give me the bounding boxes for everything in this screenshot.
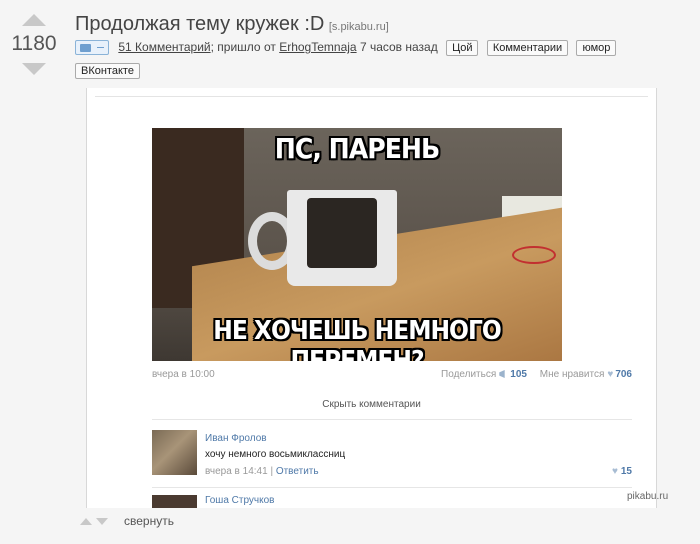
megaphone-icon	[499, 370, 505, 378]
meme-top-text: ПС, ПАРЕНЬ	[274, 132, 440, 165]
collapse-link[interactable]: свернуть	[124, 514, 174, 528]
tag-tsoi[interactable]: Цой	[446, 40, 479, 56]
like-count: 706	[615, 369, 632, 380]
comment-author[interactable]: Гоша Стручков	[205, 495, 275, 506]
comment-text: хочу немного восьмиклассниц	[205, 449, 346, 460]
post-domain: [s.pikabu.ru]	[328, 21, 389, 33]
meme-bottom-text: НЕ ХОЧЕШЬ НЕМНОГО ПЕРЕМЕН?	[213, 316, 501, 361]
reply-link[interactable]: Ответить	[276, 466, 319, 477]
post-image-frame: ПС, ПАРЕНЬ НЕ ХОЧЕШЬ НЕМНОГО ПЕРЕМЕН? вч…	[86, 88, 657, 508]
comment-likes[interactable]: ♥ 15	[612, 466, 632, 477]
tag-vkontakte[interactable]: ВКонтакте	[75, 63, 140, 79]
comments-link[interactable]: 51 Комментарий	[118, 40, 210, 54]
comment-time-row: вчера в 14:41 | Ответить	[205, 466, 319, 477]
downvote-arrow-icon[interactable]	[22, 63, 46, 75]
post-score: 1180	[11, 32, 57, 55]
share-label[interactable]: Поделиться	[441, 369, 496, 380]
vk-post-actions: Поделиться 105 Мне нравится ♥ 706	[441, 369, 632, 380]
comment-author[interactable]: Иван Фролов	[205, 433, 267, 444]
time-ago: 7 часов назад	[359, 40, 438, 54]
frame-top-line	[95, 96, 648, 97]
photo-post-badge[interactable]	[75, 40, 109, 56]
post-title[interactable]: Продолжая тему кружек :D	[75, 13, 324, 35]
heart-icon: ♥	[611, 466, 618, 477]
share-count: 105	[510, 369, 527, 380]
comments-divider-2	[152, 487, 632, 488]
downvote-small-icon[interactable]	[96, 518, 108, 525]
tag-humor[interactable]: юмор	[576, 40, 617, 56]
upvote-arrow-icon[interactable]	[22, 14, 46, 26]
comment-time: вчера в 14:41	[205, 466, 268, 477]
post-footer: свернуть	[80, 514, 174, 528]
like-label[interactable]: Мне нравится	[540, 369, 605, 380]
comment-item: Гоша Стручков	[152, 495, 632, 508]
tag-comments[interactable]: Комментарии	[486, 40, 569, 56]
author-link[interactable]: ErhogTemnaja	[279, 40, 356, 54]
upvote-small-icon[interactable]	[80, 518, 92, 525]
comment-item: Иван Фролов хочу немного восьмиклассниц …	[152, 430, 632, 478]
comment-separator: |	[270, 466, 274, 477]
camera-icon	[80, 44, 91, 53]
vk-post-time: вчера в 10:00	[152, 369, 215, 380]
comment-like-count: 15	[620, 466, 632, 477]
post-meta: 51 Комментарий; пришло от ErhogTemnaja 7…	[75, 40, 617, 56]
meme-image[interactable]: ПС, ПАРЕНЬ НЕ ХОЧЕШЬ НЕМНОГО ПЕРЕМЕН?	[152, 128, 562, 361]
from-text: пришло от	[217, 40, 276, 54]
avatar[interactable]	[152, 430, 197, 475]
hide-comments-link[interactable]: Скрыть комментарии	[87, 399, 656, 410]
vote-widget: 1180	[8, 14, 60, 75]
mug-photo	[307, 198, 377, 268]
comments-divider	[152, 419, 632, 420]
meta-semicolon: ;	[210, 40, 214, 54]
minus-icon	[97, 47, 104, 49]
meme-cord	[512, 246, 556, 264]
avatar[interactable]	[152, 495, 197, 508]
heart-icon: ♥	[607, 369, 614, 380]
tag-row-2: ВКонтакте	[75, 61, 140, 79]
watermark: pikabu.ru	[627, 491, 669, 502]
post-title-row: Продолжая тему кружек :D [s.pikabu.ru]	[75, 13, 389, 36]
